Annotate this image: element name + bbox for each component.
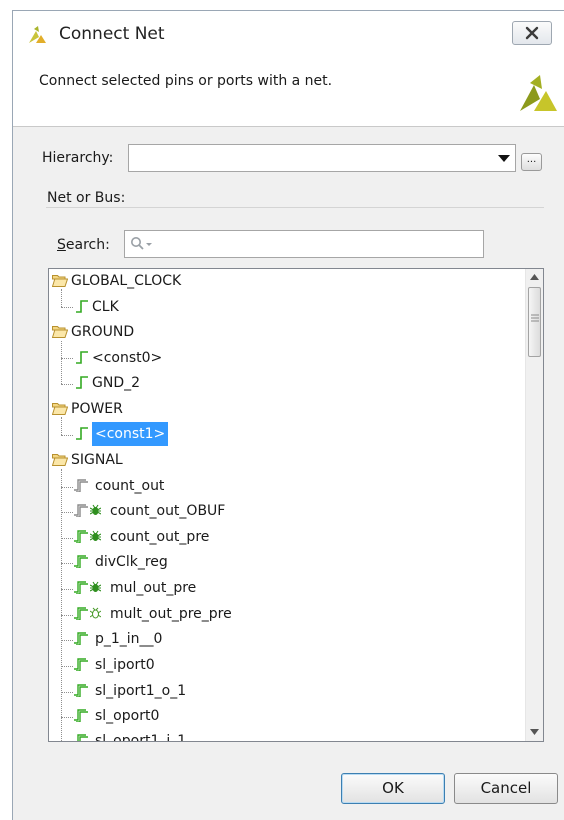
- net-icon: [76, 376, 88, 389]
- tree-connector: [61, 384, 73, 385]
- tree-connector: [61, 289, 62, 307]
- folder-open-icon: [52, 275, 68, 287]
- net-label: mul_out_pre: [110, 580, 197, 596]
- tree-connector: [61, 358, 73, 359]
- folder-open-icon: [52, 454, 68, 466]
- net-label: count_out: [95, 478, 165, 494]
- title-bar: Connect Net: [13, 11, 564, 59]
- close-button[interactable]: [512, 21, 552, 45]
- bus-icon: [74, 709, 88, 722]
- tree-connector: [61, 589, 73, 590]
- tree-connector: [61, 615, 73, 616]
- net-label: sl_oport1_i_1: [95, 733, 187, 742]
- net-label: sl_iport1_o_1: [95, 683, 187, 699]
- tree-connector: [61, 435, 73, 436]
- net-label-selected: <const1>: [92, 422, 169, 446]
- bus-icon: [74, 632, 88, 645]
- net-label: sl_oport0: [95, 708, 160, 724]
- folder-open-icon: [52, 403, 68, 415]
- ok-button[interactable]: OK: [341, 773, 445, 804]
- chevron-down-icon[interactable]: [498, 155, 510, 162]
- close-icon: [525, 26, 539, 40]
- net-tree[interactable]: GLOBAL_CLOCK CLK GROUND <const0> GND_2 P…: [48, 268, 544, 742]
- bus-icon: [74, 581, 88, 594]
- bus-icon: [77, 734, 88, 741]
- tree-connector: [61, 307, 73, 308]
- net-label: <const0>: [92, 350, 163, 366]
- net-label: GND_2: [92, 375, 141, 391]
- hierarchy-combobox[interactable]: [128, 144, 516, 172]
- bus-icon: [74, 658, 88, 671]
- bug-icon: [90, 530, 101, 541]
- tree-connector: [61, 512, 73, 513]
- net-label: count_out_pre: [110, 529, 210, 545]
- scroll-up-icon[interactable]: [530, 274, 539, 280]
- tree-connector: [61, 717, 73, 718]
- bus-icon-gray: [74, 504, 88, 517]
- hierarchy-browse-button[interactable]: ...: [521, 153, 542, 171]
- net-label: CLK: [92, 299, 119, 315]
- net-icon: [76, 427, 88, 440]
- net-icon: [76, 300, 88, 313]
- search-label: Search:: [57, 237, 110, 253]
- net-label: mult_out_pre_pre: [110, 606, 232, 622]
- vivado-logo-icon: [520, 75, 557, 111]
- bug-icon: [90, 504, 101, 515]
- tree-connector: [61, 487, 73, 488]
- bus-icon: [74, 530, 88, 543]
- connect-net-dialog: Connect Net Connect selected pins or por…: [12, 10, 564, 820]
- bus-icon: [74, 684, 88, 697]
- bug-icon: [90, 581, 101, 592]
- search-label-mnemonic: S: [57, 237, 66, 253]
- window-title: Connect Net: [59, 24, 165, 44]
- bus-icon: [74, 607, 88, 620]
- separator: [46, 207, 544, 208]
- search-label-rest: earch:: [65, 237, 110, 253]
- folder-open-icon: [52, 326, 68, 338]
- net-label: p_1_in__0: [95, 631, 163, 647]
- tree-connector: [61, 666, 73, 667]
- header-panel: Connect selected pins or ports with a ne…: [13, 59, 564, 127]
- net-label: count_out_OBUF: [110, 503, 226, 519]
- net-label: divClk_reg: [95, 554, 168, 570]
- net-icon: [76, 351, 88, 364]
- tree-scrollbar[interactable]: [525, 269, 543, 741]
- bug-outline-icon: [90, 607, 101, 619]
- tree-connector: [61, 538, 73, 539]
- tree-connector: [61, 692, 73, 693]
- tree-connector: [61, 469, 62, 741]
- grip-icon: [531, 314, 539, 322]
- search-input[interactable]: [124, 230, 484, 258]
- tree-connector: [61, 341, 62, 384]
- tree-group-label: SIGNAL: [71, 452, 123, 468]
- scroll-down-icon[interactable]: [530, 729, 539, 735]
- hierarchy-label: Hierarchy:: [42, 150, 114, 166]
- tree-group-label: GROUND: [71, 324, 135, 340]
- search-icon: [131, 237, 152, 250]
- scrollbar-thumb[interactable]: [528, 287, 541, 357]
- tree-connector: [61, 417, 62, 435]
- tree-group-label: POWER: [71, 401, 123, 417]
- bus-icon-gray: [74, 479, 88, 492]
- bus-icon: [74, 555, 88, 568]
- tree-connector: [61, 640, 73, 641]
- dialog-description: Connect selected pins or ports with a ne…: [39, 73, 333, 89]
- cancel-button[interactable]: Cancel: [454, 773, 558, 804]
- tree-connector: [61, 563, 73, 564]
- net-label: sl_iport0: [95, 657, 155, 673]
- tree-group-label: GLOBAL_CLOCK: [71, 273, 182, 289]
- net-or-bus-label: Net or Bus:: [47, 190, 126, 206]
- vivado-logo-icon: [29, 26, 46, 43]
